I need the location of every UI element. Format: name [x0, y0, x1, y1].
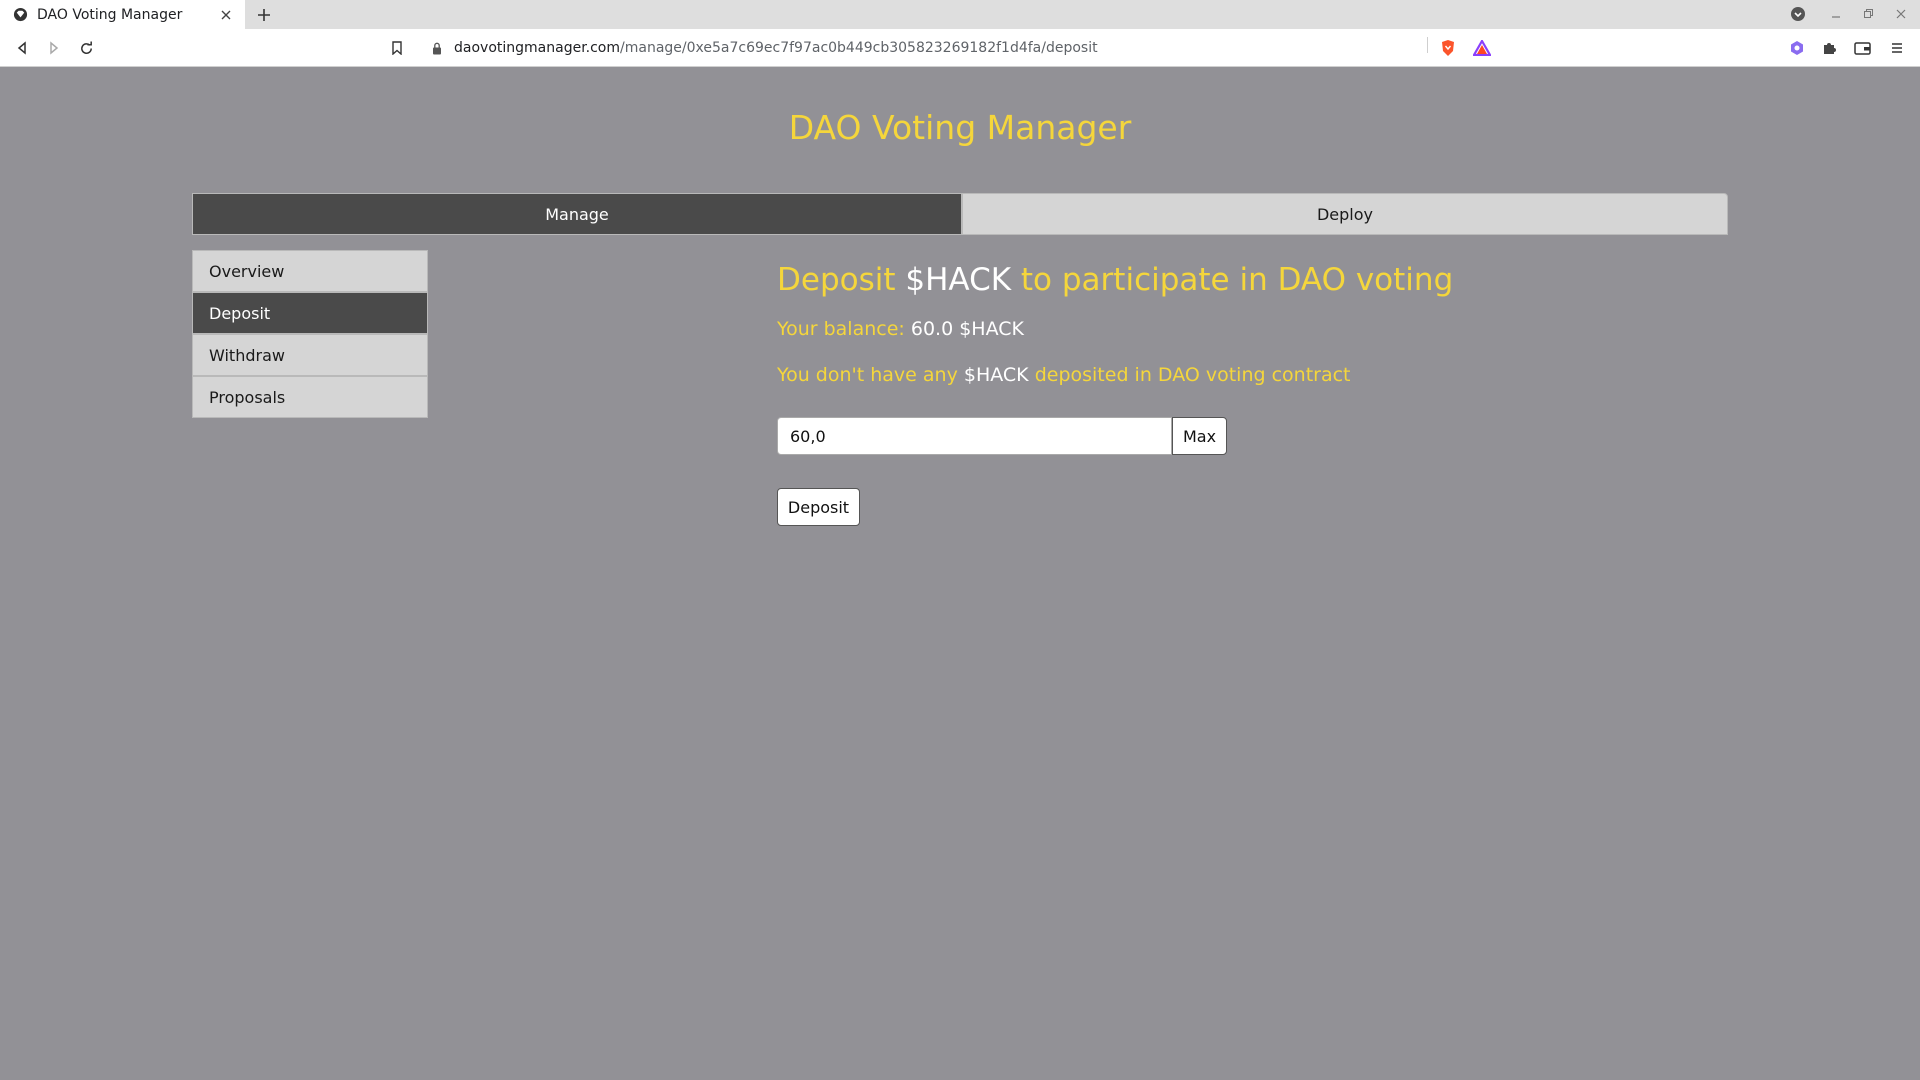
wallet-icon[interactable] [1852, 37, 1874, 59]
amount-input[interactable] [777, 417, 1172, 455]
sidebar-item-deposit[interactable]: Deposit [192, 292, 428, 334]
info-suffix: deposited in DAO voting contract [1034, 364, 1351, 386]
heading-suffix: to participate in DAO voting [1020, 262, 1454, 298]
address-bar[interactable]: daovotingmanager.com/manage/0xe5a7c69ec7… [420, 33, 1500, 63]
restore-icon[interactable] [1858, 4, 1878, 24]
main-menu-icon[interactable] [1886, 37, 1908, 59]
sidebar-item-overview[interactable]: Overview [192, 250, 428, 292]
deposit-heading: Deposit $HACK to participate in DAO voti… [777, 262, 1877, 298]
url-path: /manage/0xe5a7c69ec7f97ac0b449cb30582326… [620, 40, 1098, 56]
brave-rewards-icon[interactable] [1471, 37, 1493, 59]
tab-deploy[interactable]: Deploy [962, 193, 1728, 235]
side-nav: Overview Deposit Withdraw Proposals [192, 250, 428, 418]
brave-shields-icon[interactable] [1437, 37, 1459, 59]
deposit-panel: Deposit $HACK to participate in DAO voti… [777, 262, 1877, 526]
close-tab-icon[interactable] [219, 8, 233, 22]
deposit-button[interactable]: Deposit [777, 488, 860, 526]
heading-prefix: Deposit [777, 262, 896, 298]
sidebar-item-withdraw[interactable]: Withdraw [192, 334, 428, 376]
close-window-icon[interactable] [1891, 4, 1911, 24]
max-button[interactable]: Max [1172, 417, 1227, 455]
balance-value: 60.0 $HACK [910, 318, 1024, 340]
vpn-extension-icon[interactable] [1786, 37, 1808, 59]
balance-line: Your balance: 60.0 $HACK [777, 318, 1877, 340]
tab-manage[interactable]: Manage [192, 193, 962, 235]
browser-toolbar: daovotingmanager.com/manage/0xe5a7c69ec7… [0, 29, 1920, 67]
amount-row: Max [777, 417, 1227, 455]
browser-tab-title: DAO Voting Manager [37, 6, 183, 23]
brave-favicon-icon [12, 7, 28, 23]
back-icon[interactable] [11, 37, 33, 59]
top-tabs: Manage Deploy [192, 193, 1728, 235]
extensions-icon[interactable] [1818, 37, 1840, 59]
reload-icon[interactable] [75, 37, 97, 59]
info-prefix: You don't have any [777, 364, 958, 386]
page-title: DAO Voting Manager [788, 108, 1132, 147]
sidebar-item-proposals[interactable]: Proposals [192, 376, 428, 418]
minimize-icon[interactable] [1826, 4, 1846, 24]
address-bar-divider [1427, 37, 1428, 53]
forward-icon[interactable] [43, 37, 65, 59]
url-text: daovotingmanager.com/manage/0xe5a7c69ec7… [454, 40, 1098, 56]
new-tab-icon[interactable] [254, 5, 274, 25]
browser-tab-strip: DAO Voting Manager [0, 0, 1920, 29]
lock-icon [432, 41, 444, 55]
browser-tab[interactable]: DAO Voting Manager [0, 0, 245, 29]
info-token: $HACK [963, 364, 1029, 386]
tab-search-icon[interactable] [1788, 4, 1808, 24]
balance-label: Your balance: [777, 318, 905, 340]
heading-token: $HACK [905, 262, 1012, 298]
deposit-status-message: You don't have any $HACK deposited in DA… [777, 364, 1877, 386]
url-host: daovotingmanager.com [454, 40, 621, 56]
bookmark-icon[interactable] [386, 37, 408, 59]
